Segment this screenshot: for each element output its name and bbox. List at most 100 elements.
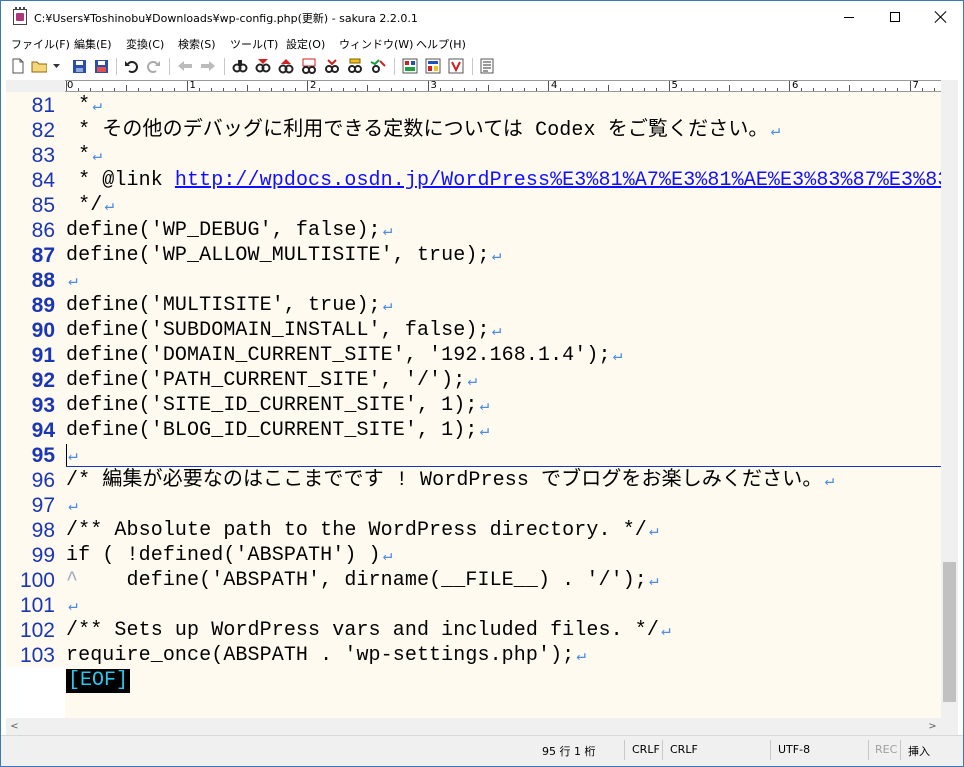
dropdown-icon[interactable]: [52, 58, 62, 74]
code-line[interactable]: define('SITE_ID_CURRENT_SITE', 1); ↵: [66, 393, 489, 418]
code-area[interactable]: [EOF] * ↵ * その他のデバッグに利用できる定数については Codex を…: [66, 92, 941, 718]
ruler-tick: [897, 88, 899, 91]
code-text: define('DOMAIN_CURRENT_SITE', '192.168.1…: [66, 344, 611, 367]
ruler-tick: [801, 88, 803, 91]
save-icon[interactable]: [71, 58, 87, 74]
ruler-number: 5: [671, 80, 678, 91]
menu-tools[interactable]: ツール(T): [230, 36, 278, 52]
code-line[interactable]: define('PATH_CURRENT_SITE', '/'); ↵: [66, 368, 477, 393]
code-line[interactable]: define('MULTISITE', true); ↵: [66, 293, 392, 318]
ruler-tick: [776, 88, 778, 91]
undo-icon[interactable]: [123, 58, 139, 74]
horizontal-scroll-thumb[interactable]: [23, 720, 923, 733]
ruler-tick: [608, 85, 610, 91]
menu-file[interactable]: ファイル(F): [11, 36, 70, 52]
code-line[interactable]: define('BLOG_ID_CURRENT_SITE', 1); ↵: [66, 418, 489, 443]
code-text: /* 編集が必要なのはここまでです ! WordPress でブログをお楽しみく…: [66, 469, 823, 492]
horizontal-scrollbar[interactable]: < >: [6, 718, 941, 735]
ruler-tick: [933, 88, 935, 91]
status-cursor-position: 95 行 1 桁: [542, 745, 596, 758]
code-line[interactable]: define('DOMAIN_CURRENT_SITE', '192.168.1…: [66, 343, 622, 368]
scroll-right-icon[interactable]: >: [924, 718, 941, 735]
code-line[interactable]: * @link http://wpdocs.osdn.jp/WordPress%…: [66, 168, 941, 193]
status-encoding[interactable]: UTF-8: [778, 743, 810, 756]
crlf-mark: ↵: [648, 572, 659, 590]
code-line[interactable]: define('WP_ALLOW_MULTISITE', true); ↵: [66, 243, 501, 268]
close-button[interactable]: [918, 0, 964, 34]
ruler-tick: [620, 88, 622, 91]
ruler-tick: [126, 85, 128, 91]
settings-icon[interactable]: [479, 58, 495, 74]
macro-icon[interactable]: [448, 58, 464, 74]
compare-icon[interactable]: [370, 58, 386, 74]
open-folder-icon[interactable]: [31, 58, 47, 74]
code-line[interactable]: ↵: [66, 268, 78, 293]
app-icon[interactable]: [13, 7, 27, 25]
code-line[interactable]: ↵: [66, 443, 78, 468]
code-line[interactable]: require_once(ABSPATH . 'wp-settings.php'…: [66, 643, 586, 668]
crlf-mark: ↵: [68, 447, 78, 465]
code-line[interactable]: * その他のデバッグに利用できる定数については Codex をご覧ください。 ↵: [66, 118, 780, 143]
code-line[interactable]: define('WP_DEBUG', false); ↵: [66, 218, 392, 243]
tag-jump-icon[interactable]: [425, 58, 441, 74]
code-line[interactable]: */↵: [66, 193, 114, 218]
code-line[interactable]: /* 編集が必要なのはここまでです ! WordPress でブログをお楽しみく…: [66, 468, 834, 493]
menu-convert[interactable]: 変換(C): [126, 36, 164, 52]
ruler-number: 2: [310, 80, 317, 91]
new-file-icon[interactable]: [10, 58, 26, 74]
ruler-tick: [355, 88, 357, 91]
menu-search[interactable]: 検索(S): [178, 36, 216, 52]
search-icon[interactable]: [232, 58, 248, 74]
code-line[interactable]: ↵: [66, 493, 78, 518]
bookmark-icon[interactable]: [347, 58, 363, 74]
code-text: define('ABSPATH', dirname(__FILE__) . '/…: [78, 569, 647, 592]
line-number: 100: [19, 569, 55, 592]
scroll-left-icon[interactable]: <: [6, 718, 23, 735]
ruler-tick: [427, 81, 429, 91]
status-insert-mode[interactable]: 挿入: [908, 743, 930, 759]
redo-icon[interactable]: [146, 58, 162, 74]
ruler-tick: [367, 85, 369, 91]
cursor-underline: [66, 466, 941, 467]
crlf-mark: ↵: [92, 147, 102, 165]
ruler-tick: [415, 88, 417, 91]
ruler-tick: [138, 88, 140, 91]
minimize-button[interactable]: [826, 0, 872, 34]
code-line[interactable]: if ( !defined('ABSPATH') ) ↵: [66, 543, 392, 568]
search-prev-icon[interactable]: [278, 58, 294, 74]
menu-settings[interactable]: 設定(O): [286, 36, 325, 52]
ruler-tick: [439, 88, 441, 91]
vertical-scroll-thumb[interactable]: [943, 562, 956, 702]
line-number: 95: [31, 444, 55, 467]
menu-help[interactable]: ヘルプ(H): [416, 36, 466, 52]
ruler-tick: [114, 88, 116, 91]
save-all-icon[interactable]: [93, 58, 109, 74]
menu-edit[interactable]: 編集(E): [74, 36, 112, 52]
status-line-ending-2[interactable]: CRLF: [670, 743, 698, 756]
code-line[interactable]: define('SUBDOMAIN_INSTALL', false); ↵: [66, 318, 501, 343]
replace-icon[interactable]: [324, 58, 340, 74]
back-icon[interactable]: [177, 58, 193, 74]
search-next-icon[interactable]: [255, 58, 271, 74]
line-number: 88: [31, 269, 55, 292]
code-line[interactable]: * ↵: [66, 93, 102, 118]
crlf-mark: ↵: [770, 122, 781, 140]
grep-icon[interactable]: [301, 58, 317, 74]
code-link[interactable]: http://wpdocs.osdn.jp/WordPress%E3%81%A7…: [175, 169, 941, 192]
ruler-tick: [632, 88, 634, 91]
menu-window[interactable]: ウィンドウ(W): [339, 36, 413, 52]
code-line[interactable]: ↵: [66, 593, 78, 618]
code-line[interactable]: * ↵: [66, 143, 102, 168]
editor-area[interactable]: 81 82 83 84 85 86 87 88 89 90 91 92 93 94 95 96 97 98 99 10…: [6, 92, 941, 718]
code-line[interactable]: /** Sets up WordPress vars and included …: [66, 618, 671, 643]
status-line-ending[interactable]: CRLF: [632, 743, 660, 756]
ruler-tick: [282, 88, 284, 91]
vertical-scrollbar[interactable]: [941, 80, 958, 718]
maximize-button[interactable]: [872, 0, 918, 34]
ruler-tick: [511, 88, 513, 91]
code-line[interactable]: /** Absolute path to the WordPress direc…: [66, 518, 659, 543]
outline-icon[interactable]: [402, 58, 418, 74]
crlf-mark: ↵: [824, 472, 835, 490]
forward-icon[interactable]: [200, 58, 216, 74]
code-line[interactable]: ^ define('ABSPATH', dirname(__FILE__) . …: [66, 568, 659, 593]
